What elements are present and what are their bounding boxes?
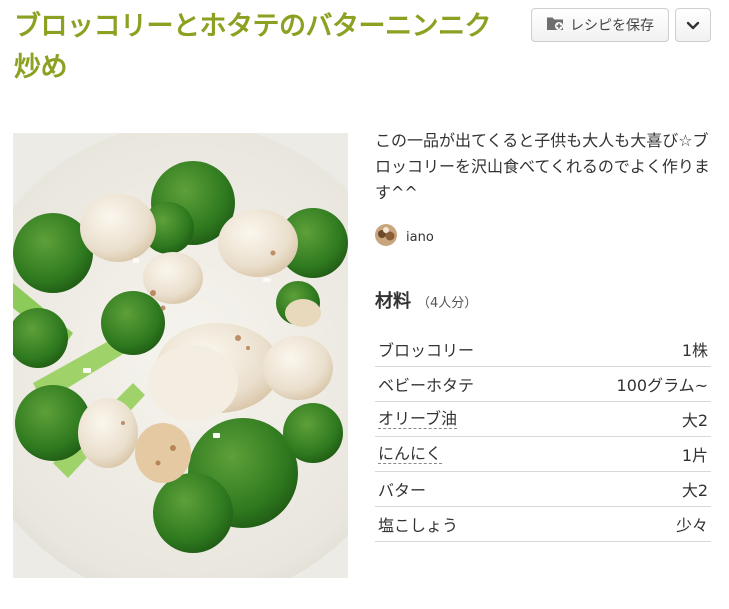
ingredient-amount: 100グラム~ xyxy=(616,376,708,395)
ingredient-amount: 大2 xyxy=(681,411,708,430)
ingredient-name: バター xyxy=(378,481,427,500)
ingredient-row: オリーブ油 大2 xyxy=(375,402,711,437)
recipe-photo xyxy=(13,133,348,578)
ingredient-row: にんにく 1片 xyxy=(375,437,711,472)
recipe-title: ブロッコリーとホタテのバターニンニク炒め xyxy=(14,11,492,83)
ingredients-title: 材料 xyxy=(375,291,411,312)
ingredient-row: 塩こしょう 少々 xyxy=(375,507,711,542)
folder-add-icon xyxy=(546,15,564,35)
ingredient-row: バター 大2 xyxy=(375,472,711,507)
ingredient-row: ブロッコリー 1株 xyxy=(375,332,711,367)
ingredient-amount: 大2 xyxy=(681,481,708,500)
ingredients-heading: 材料 （4人分） xyxy=(375,287,477,313)
ingredient-name-link[interactable]: にんにく xyxy=(378,444,442,464)
ingredient-row: ベビーホタテ 100グラム~ xyxy=(375,367,711,402)
avatar xyxy=(375,224,397,250)
ingredient-name: 塩こしょう xyxy=(378,516,459,535)
ingredient-amount: 1片 xyxy=(681,446,708,465)
ingredient-name: ベビーホタテ xyxy=(378,376,475,395)
chevron-down-icon xyxy=(686,16,700,35)
author-link[interactable]: iano xyxy=(375,224,434,250)
ingredient-amount: 少々 xyxy=(675,516,708,535)
author-name[interactable]: iano xyxy=(406,230,434,245)
ingredient-amount: 1株 xyxy=(681,341,708,360)
save-recipe-button[interactable]: レシピを保存 xyxy=(531,8,669,42)
save-button-label: レシピを保存 xyxy=(570,18,654,34)
ingredient-name-link[interactable]: オリーブ油 xyxy=(378,409,458,429)
more-menu-button[interactable] xyxy=(675,8,711,42)
recipe-description: この一品が出てくると子供も大人も大喜び☆ブロッコリーを沢山食べてくれるのでよく作… xyxy=(375,131,710,202)
servings: （4人分） xyxy=(417,296,478,311)
ingredient-name: ブロッコリー xyxy=(378,341,475,360)
ingredients-list: ブロッコリー 1株 ベビーホタテ 100グラム~ オリーブ油 大2 にんにく 1… xyxy=(375,332,711,542)
recipe-photo-illustration xyxy=(13,133,348,578)
